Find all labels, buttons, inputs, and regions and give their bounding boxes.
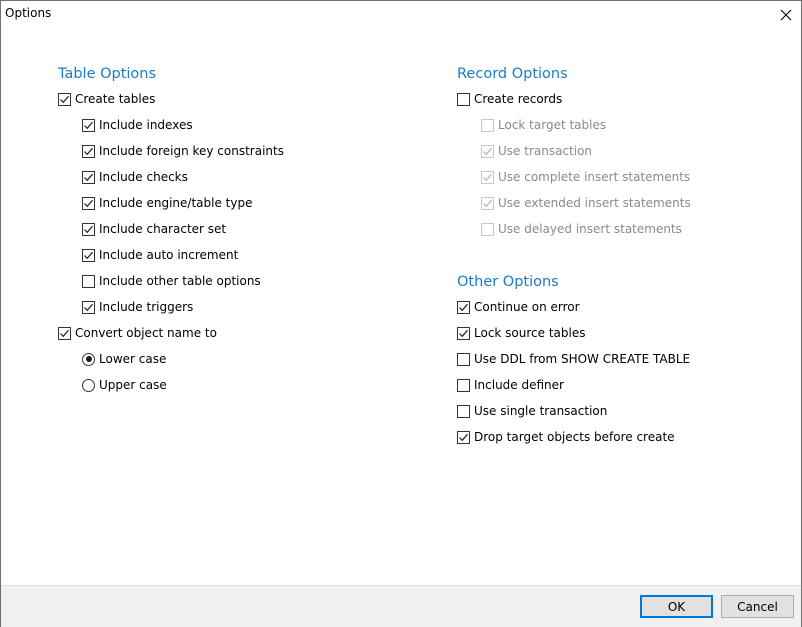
record-option-checkbox: Use transaction: [481, 142, 592, 160]
table-options-heading: Table Options: [58, 66, 156, 82]
record-options-heading: Record Options: [457, 66, 568, 82]
other-option-checkbox[interactable]: Drop target objects before create: [457, 428, 675, 446]
table-option-checkbox[interactable]: Include other table options: [82, 272, 261, 290]
checkmark-icon: [83, 198, 94, 209]
case-radio[interactable]: Lower case: [82, 350, 166, 368]
checkbox[interactable]: [457, 431, 470, 444]
checkbox-label: Use complete insert statements: [498, 170, 690, 184]
checkbox-label: Create tables: [75, 92, 155, 106]
checkbox-label: Use single transaction: [474, 404, 607, 418]
checkbox: [481, 119, 494, 132]
table-option-checkbox[interactable]: Include engine/table type: [82, 194, 252, 212]
table-option-checkbox[interactable]: Include auto increment: [82, 246, 238, 264]
checkbox-label: Include triggers: [99, 300, 193, 314]
record-option-checkbox: Use extended insert statements: [481, 194, 691, 212]
checkbox-label: Use delayed insert statements: [498, 222, 682, 236]
checkmark-icon: [83, 146, 94, 157]
radio-button[interactable]: [82, 353, 95, 366]
checkbox-label: Include other table options: [99, 274, 261, 288]
other-option-checkbox[interactable]: Use DDL from SHOW CREATE TABLE: [457, 350, 690, 368]
radio-button[interactable]: [82, 379, 95, 392]
checkbox-label: Include auto increment: [99, 248, 238, 262]
title-bar: Options: [1, 1, 801, 29]
checkbox-label: Include foreign key constraints: [99, 144, 284, 158]
other-option-checkbox[interactable]: Include definer: [457, 376, 564, 394]
checkbox-label: Include checks: [99, 170, 188, 184]
checkbox[interactable]: [82, 275, 95, 288]
checkbox: [481, 197, 494, 210]
checkbox[interactable]: [457, 327, 470, 340]
checkbox[interactable]: [82, 223, 95, 236]
checkbox-label: Include engine/table type: [99, 196, 252, 210]
checkbox: [481, 223, 494, 236]
other-options-heading: Other Options: [457, 274, 559, 290]
checkmark-icon: [59, 328, 70, 339]
ok-button[interactable]: OK: [640, 595, 713, 618]
checkbox[interactable]: [82, 171, 95, 184]
case-radio[interactable]: Upper case: [82, 376, 167, 394]
checkmark-icon: [83, 120, 94, 131]
checkmark-icon: [458, 432, 469, 443]
checkbox-label: Continue on error: [474, 300, 580, 314]
record-option-checkbox: Lock target tables: [481, 116, 606, 134]
checkbox-label: Use extended insert statements: [498, 196, 691, 210]
checkbox[interactable]: [58, 93, 71, 106]
checkbox-label: Include indexes: [99, 118, 193, 132]
radio-label: Lower case: [99, 352, 166, 366]
close-button[interactable]: [771, 1, 801, 29]
checkmark-icon: [83, 224, 94, 235]
checkmark-icon: [458, 302, 469, 313]
create-records-checkbox[interactable]: Create records: [457, 90, 562, 108]
checkbox-label: Drop target objects before create: [474, 430, 675, 444]
window-title: Options: [5, 6, 51, 20]
checkmark-icon: [83, 302, 94, 313]
other-option-checkbox[interactable]: Lock source tables: [457, 324, 586, 342]
table-option-checkbox[interactable]: Include indexes: [82, 116, 193, 134]
record-option-checkbox: Use complete insert statements: [481, 168, 690, 186]
checkbox[interactable]: [82, 197, 95, 210]
table-option-checkbox[interactable]: Include triggers: [82, 298, 193, 316]
checkbox-label: Convert object name to: [75, 326, 217, 340]
checkbox-label: Include character set: [99, 222, 226, 236]
checkbox[interactable]: [457, 405, 470, 418]
checkbox: [481, 145, 494, 158]
checkbox[interactable]: [457, 93, 470, 106]
dialog-footer: OK Cancel: [1, 585, 801, 627]
checkmark-icon: [458, 328, 469, 339]
close-icon: [780, 9, 792, 21]
checkbox-label: Lock source tables: [474, 326, 586, 340]
checkbox[interactable]: [58, 327, 71, 340]
checkbox-label: Create records: [474, 92, 562, 106]
checkmark-icon: [482, 172, 493, 183]
checkbox[interactable]: [82, 301, 95, 314]
checkmark-icon: [59, 94, 70, 105]
checkbox[interactable]: [82, 249, 95, 262]
convert-object-name-checkbox[interactable]: Convert object name to: [58, 324, 217, 342]
other-option-checkbox[interactable]: Continue on error: [457, 298, 580, 316]
checkbox[interactable]: [457, 301, 470, 314]
checkbox-label: Use DDL from SHOW CREATE TABLE: [474, 352, 690, 366]
checkbox-label: Include definer: [474, 378, 564, 392]
checkmark-icon: [482, 146, 493, 157]
radio-dot: [86, 356, 92, 362]
table-option-checkbox[interactable]: Include character set: [82, 220, 226, 238]
checkbox[interactable]: [457, 353, 470, 366]
radio-label: Upper case: [99, 378, 167, 392]
checkbox-label: Use transaction: [498, 144, 592, 158]
other-option-checkbox[interactable]: Use single transaction: [457, 402, 607, 420]
cancel-button[interactable]: Cancel: [721, 595, 794, 618]
table-option-checkbox[interactable]: Include checks: [82, 168, 188, 186]
checkbox[interactable]: [82, 145, 95, 158]
checkmark-icon: [482, 198, 493, 209]
create-tables-checkbox[interactable]: Create tables: [58, 90, 155, 108]
table-option-checkbox[interactable]: Include foreign key constraints: [82, 142, 284, 160]
checkbox[interactable]: [82, 119, 95, 132]
record-option-checkbox: Use delayed insert statements: [481, 220, 682, 238]
checkbox[interactable]: [457, 379, 470, 392]
checkmark-icon: [83, 172, 94, 183]
checkmark-icon: [83, 250, 94, 261]
options-dialog: Options Table Options Record Options Oth…: [0, 0, 802, 627]
checkbox: [481, 171, 494, 184]
checkbox-label: Lock target tables: [498, 118, 606, 132]
